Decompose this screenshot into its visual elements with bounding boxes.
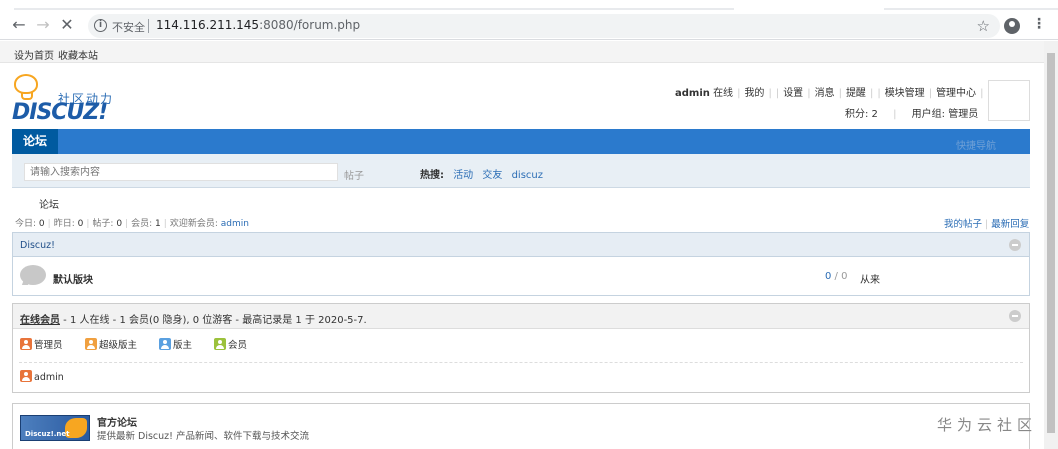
yesterday-count: 0 — [77, 219, 84, 229]
username-link[interactable]: admin — [675, 88, 710, 99]
online-members-box: 在线会员 - 1 人在线 - 1 会员(0 隐身), 0 位游客 - 最高记录是… — [12, 303, 1030, 393]
discuz-banner-link[interactable]: Discuz!.net — [20, 415, 90, 441]
super-moderator-user-icon — [85, 338, 97, 350]
members-count: 1 — [155, 219, 161, 229]
last-post: 从来 — [860, 275, 880, 286]
menu-admin-center[interactable]: 管理中心 — [936, 88, 976, 99]
category-header: Discuz! — [13, 233, 1029, 257]
legend-super-moderator: 超级版主 — [85, 337, 137, 351]
forum-stats: 今日: 0 | 昨日: 0 | 帖子: 0 | 会员: 1 | 欢迎新会员: admin — [15, 219, 249, 229]
breadcrumb[interactable]: 论坛 — [39, 196, 59, 211]
category-title[interactable]: Discuz! — [20, 240, 55, 251]
legend-member: 会员 — [214, 337, 247, 351]
security-label: 不安全 — [112, 21, 145, 34]
url-text[interactable]: 114.116.211.145:8080/forum.php — [156, 18, 360, 32]
search-input[interactable] — [24, 163, 338, 181]
official-forum-description: 提供最新 Discuz! 产品新闻、软件下载与技术交流 — [97, 431, 309, 442]
online-title: 在线会员 - 1 人在线 - 1 会员(0 隐身), 0 位游客 - 最高记录是… — [20, 315, 367, 326]
browser-toolbar: ← → ✕ i 不安全 114.116.211.145:8080/forum.p… — [0, 0, 1058, 40]
search-type-select[interactable]: 帖子 — [344, 167, 364, 182]
new-member-link[interactable]: admin — [221, 219, 249, 229]
search-bar: 帖子 热搜: 活动 交友 discuz — [12, 154, 1030, 188]
bookmark-star-icon[interactable]: ☆ — [977, 17, 990, 35]
today-count: 0 — [38, 219, 45, 229]
tab-edge — [14, 8, 734, 10]
back-arrow-icon[interactable]: ← — [10, 16, 28, 34]
info-icon[interactable]: i — [94, 19, 107, 32]
top-links-bar: 设为首页 收藏本站 — [0, 41, 1044, 63]
moderator-user-icon — [159, 338, 171, 350]
tab-edge — [884, 8, 1058, 10]
avatar[interactable] — [988, 80, 1030, 121]
collapse-icon[interactable] — [1009, 239, 1021, 251]
online-status[interactable]: 在线 — [713, 88, 733, 99]
address-bar[interactable]: i 不安全 114.116.211.145:8080/forum.php ☆ — [88, 14, 1000, 38]
admin-user-icon — [20, 370, 32, 382]
banner-text: Discuz!.net — [25, 430, 70, 438]
online-members-link[interactable]: 在线会员 — [20, 315, 60, 326]
legend-moderator: 版主 — [159, 337, 192, 351]
latest-replies-link[interactable]: 最新回复 — [991, 219, 1029, 230]
divider — [148, 19, 149, 33]
friend-links-box: Discuz!.net 官方论坛 提供最新 Discuz! 产品新闻、软件下载与… — [12, 403, 1030, 449]
quick-nav-link[interactable]: 快捷导航 — [956, 137, 996, 152]
collapse-icon[interactable] — [1009, 310, 1021, 322]
forum-name-link[interactable]: 默认版块 — [53, 271, 93, 286]
official-forum-link[interactable]: 官方论坛 — [97, 414, 137, 429]
user-menu: admin 在线|我的||设置|消息|提醒||模块管理|管理中心|退出 — [675, 84, 1007, 99]
forward-arrow-icon[interactable]: → — [34, 16, 52, 34]
right-links: 我的帖子 | 最新回复 — [944, 219, 1030, 230]
tab-forum[interactable]: 论坛 — [12, 129, 58, 154]
watermark: 华为云社区 — [937, 416, 1038, 434]
main-nav: 论坛 快捷导航 — [12, 129, 1030, 154]
forum-category: Discuz! 默认版块 0 / 0 从来 — [12, 232, 1030, 296]
hot-search-link[interactable]: 活动 — [453, 170, 473, 181]
admin-user-icon — [20, 338, 32, 350]
hot-search-link[interactable]: discuz — [512, 170, 543, 181]
hot-search-link[interactable]: 交友 — [482, 170, 502, 181]
menu-settings[interactable]: 设置 — [783, 88, 803, 99]
member-user-icon — [214, 338, 226, 350]
page-scrollbar[interactable] — [1044, 41, 1058, 449]
stop-loading-icon[interactable]: ✕ — [58, 16, 76, 34]
my-posts-link[interactable]: 我的帖子 — [944, 219, 982, 230]
divider — [19, 362, 1023, 363]
menu-module-admin[interactable]: 模块管理 — [885, 88, 925, 99]
user-info: 积分: 2 | 用户组: 管理员 — [845, 109, 979, 120]
forum-counts: 0 / 0 — [825, 271, 848, 282]
bookmark-site-link[interactable]: 收藏本站 — [58, 47, 98, 62]
set-home-link[interactable]: 设为首页 — [14, 47, 54, 62]
tab-strip — [0, 0, 1058, 8]
hot-label: 热搜: — [420, 170, 444, 181]
more-menu-icon[interactable]: ⋮ — [1032, 16, 1046, 32]
post-count: 0 — [841, 271, 848, 282]
legend-admin: 管理员 — [20, 337, 63, 351]
menu-notifications[interactable]: 提醒 — [846, 88, 866, 99]
forum-row: 默认版块 0 / 0 从来 — [13, 257, 1029, 295]
account-icon[interactable] — [1004, 18, 1020, 34]
online-user-link[interactable]: admin — [20, 370, 64, 383]
thread-count: 0 — [825, 271, 832, 282]
menu-my[interactable]: 我的 — [744, 88, 764, 99]
hot-searches: 热搜: 活动 交友 discuz — [420, 166, 543, 181]
user-group-link[interactable]: 用户组: 管理员 — [912, 109, 979, 120]
menu-messages[interactable]: 消息 — [815, 88, 835, 99]
points-link[interactable]: 积分: 2 — [845, 109, 878, 120]
posts-count: 0 — [116, 219, 123, 229]
logo-wordmark[interactable]: DISCUZ! — [12, 100, 108, 125]
scrollbar-thumb[interactable] — [1047, 53, 1055, 433]
logo-bulb-icon — [14, 74, 38, 100]
forum-speech-bubble-icon — [20, 265, 46, 285]
online-header: 在线会员 - 1 人在线 - 1 会员(0 隐身), 0 位游客 - 最高记录是… — [13, 304, 1029, 329]
